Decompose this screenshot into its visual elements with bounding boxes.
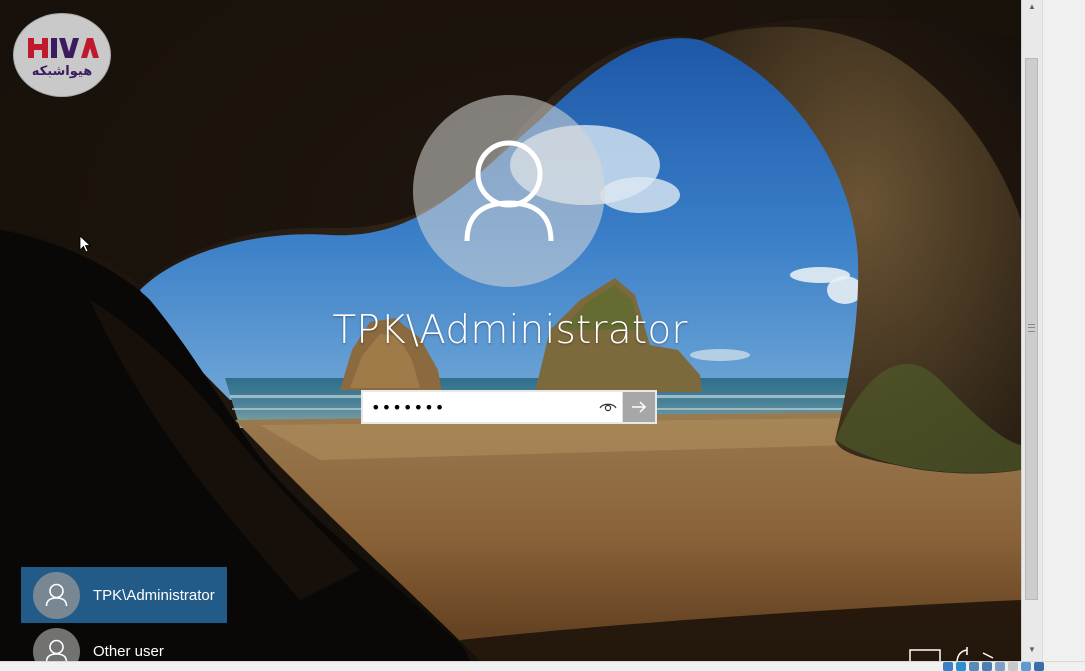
watermark-text: هیواشبکه [31, 64, 93, 79]
user-silhouette-icon [45, 639, 68, 661]
user-tile-avatar [33, 627, 80, 661]
host-tray [943, 662, 1044, 671]
user-silhouette-icon [464, 140, 554, 242]
optical-drive-icon[interactable] [956, 662, 966, 671]
password-box [361, 390, 657, 424]
user-tile-label: TPK\Administrator [93, 586, 215, 604]
arrow-right-icon [632, 401, 647, 413]
scroll-up-arrow-icon[interactable]: ▲ [1026, 2, 1038, 12]
vertical-scrollbar[interactable]: ▲ ▼ [1021, 0, 1085, 661]
scrollbar-thumb[interactable] [1025, 58, 1038, 600]
capture-icon[interactable] [1021, 662, 1031, 671]
system-icons [909, 647, 994, 661]
disk-icon[interactable] [943, 662, 953, 671]
user-tile-label: Other user [93, 642, 164, 660]
eye-icon [599, 403, 617, 412]
mouse-pointer-icon [79, 235, 91, 253]
submit-button[interactable] [622, 392, 655, 422]
host-key-icon[interactable] [1034, 662, 1044, 671]
account-name: TPK\Administrator [332, 308, 688, 353]
watermark-logo: هیواشبکه [13, 13, 111, 97]
scrollbar-track[interactable]: ▲ ▼ [1022, 0, 1043, 661]
scroll-down-arrow-icon[interactable]: ▼ [1026, 645, 1038, 655]
user-tile-administrator[interactable]: TPK\Administrator [21, 567, 227, 623]
usb-icon[interactable] [969, 662, 979, 671]
password-input[interactable] [363, 392, 594, 422]
host-status-bar [0, 661, 1085, 671]
logo-mark-icon [28, 38, 99, 58]
display-icon[interactable] [1008, 662, 1018, 671]
ease-of-access-icon[interactable] [956, 647, 968, 661]
power-icon[interactable] [982, 652, 994, 659]
screen: هیواشبکه TPK\Administrator ••••••• TPK\A… [0, 0, 1085, 671]
network-icon[interactable] [909, 649, 941, 661]
user-tile-other-user[interactable]: Other user [21, 623, 227, 661]
network-adapter-icon[interactable] [982, 662, 992, 671]
user-tile-avatar [33, 571, 80, 619]
user-silhouette-icon [45, 583, 68, 606]
user-avatar [413, 95, 605, 287]
scrollbar-grip [1028, 324, 1035, 332]
vm-display[interactable]: هیواشبکه TPK\Administrator ••••••• TPK\A… [0, 0, 1021, 661]
shared-folder-icon[interactable] [995, 662, 1005, 671]
reveal-password-button[interactable] [594, 392, 622, 422]
